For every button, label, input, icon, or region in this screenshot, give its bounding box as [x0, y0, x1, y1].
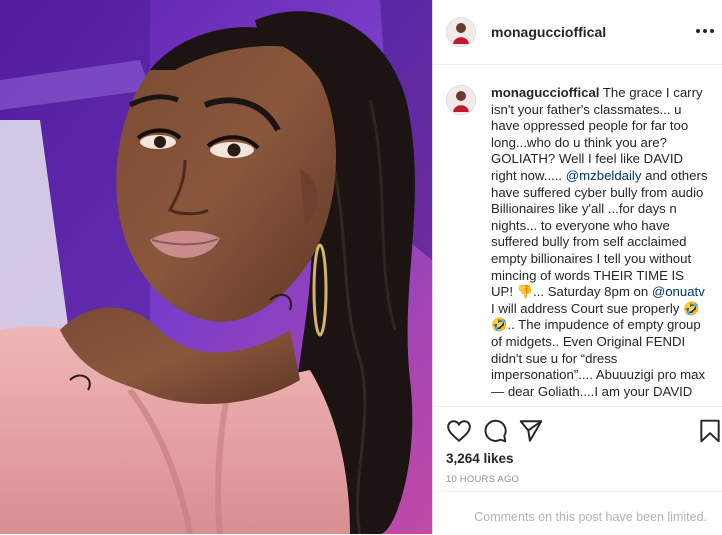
likes-count[interactable]: 3,264 likes [446, 451, 514, 466]
avatar-image [447, 18, 475, 46]
post-photo[interactable] [0, 0, 432, 534]
heart-icon[interactable] [446, 418, 472, 444]
comment-icon[interactable] [482, 418, 508, 444]
bookmark-icon[interactable] [697, 418, 722, 444]
caption-username[interactable]: monaguccioffical [491, 85, 599, 100]
share-icon[interactable] [518, 418, 544, 444]
post-side-panel: monaguccioffical monaguccioffical The gr… [432, 0, 722, 534]
comments-bar: Comments on this post have been limited. [433, 491, 722, 535]
more-options-icon[interactable] [694, 20, 716, 42]
header-username[interactable]: monaguccioffical [491, 24, 606, 40]
instagram-post: monaguccioffical monaguccioffical The gr… [0, 0, 722, 534]
comments-limited-notice: Comments on this post have been limited. [474, 510, 707, 524]
caption-avatar[interactable] [446, 85, 476, 115]
post-timestamp[interactable]: 10 HOURS AGO [446, 474, 519, 485]
post-header: monaguccioffical [433, 0, 722, 65]
mention-link[interactable]: @mzbeldaily [566, 168, 642, 183]
post-image [0, 0, 432, 534]
caption-area: monaguccioffical The grace I carry isn't… [433, 65, 722, 406]
avatar-image [447, 86, 475, 114]
profile-avatar[interactable] [446, 17, 476, 47]
caption-segment: I will address Court sue properly 🤣🤣.. T… [491, 300, 706, 399]
action-section: 3,264 likes 10 HOURS AGO Comments on thi… [433, 406, 722, 534]
mention-link[interactable]: @onuatv [652, 284, 705, 299]
caption-segment: and others have suffered cyber bully fro… [491, 167, 708, 300]
caption-text: monaguccioffical The grace I carry isn't… [491, 85, 709, 400]
